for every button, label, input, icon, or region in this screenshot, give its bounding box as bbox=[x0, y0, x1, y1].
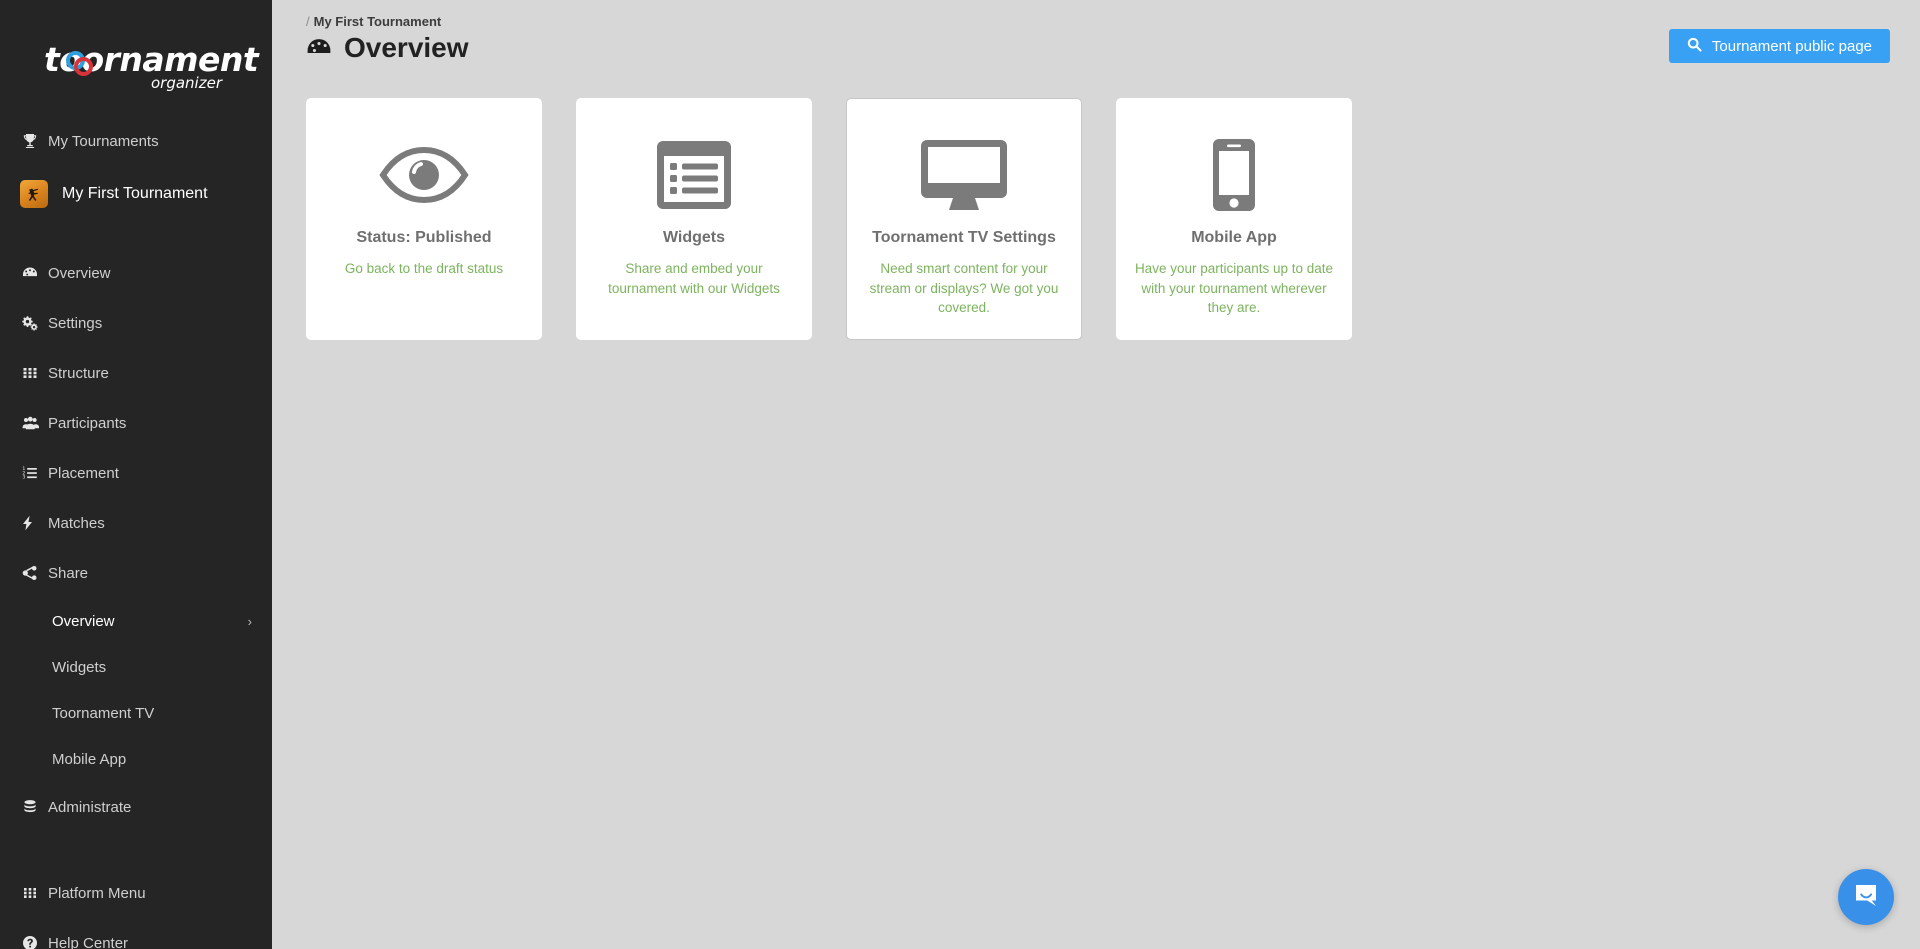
breadcrumb-separator: / bbox=[306, 14, 310, 29]
users-icon bbox=[22, 415, 48, 431]
sidebar-item-my-tournaments[interactable]: My Tournaments bbox=[0, 124, 272, 158]
sidebar-item-share[interactable]: Share bbox=[0, 556, 272, 590]
sidebar-main-nav: Overview Settings Structure Participants… bbox=[0, 252, 272, 844]
card-mobile-app[interactable]: Mobile App Have your participants up to … bbox=[1116, 98, 1352, 340]
card-widgets[interactable]: Widgets Share and embed your tournament … bbox=[576, 98, 812, 340]
overview-cards: Status: Published Go back to the draft s… bbox=[272, 64, 1920, 340]
sidebar-subitem-label: Widgets bbox=[52, 658, 107, 676]
sidebar-subitem-label: Toornament TV bbox=[52, 704, 155, 722]
breadcrumb-item-tournament[interactable]: My First Tournament bbox=[314, 14, 442, 29]
sidebar-top-section: My Tournaments My First Tournament bbox=[0, 120, 272, 224]
eye-icon bbox=[378, 129, 470, 221]
sidebar-item-label: Administrate bbox=[48, 798, 132, 816]
sidebar-subitem-share-mobile-app[interactable]: Mobile App bbox=[0, 744, 272, 774]
sidebar-item-label: Help Center bbox=[48, 934, 129, 949]
trophy-icon bbox=[22, 133, 48, 149]
sidebar-item-label: Settings bbox=[48, 314, 103, 332]
chevron-right-icon: › bbox=[247, 613, 252, 629]
counter-strike-game-icon bbox=[20, 180, 48, 208]
dashboard-icon bbox=[22, 265, 48, 281]
ordered-list-icon: 1 2 3 bbox=[22, 465, 48, 481]
header-titles: / My First Tournament Overview bbox=[306, 14, 469, 64]
search-icon bbox=[1687, 37, 1702, 56]
card-description[interactable]: Go back to the draft status bbox=[345, 259, 503, 279]
gears-icon bbox=[22, 315, 48, 331]
bolt-icon bbox=[22, 515, 48, 531]
sidebar-item-label: My Tournaments bbox=[48, 132, 159, 150]
breadcrumb: / My First Tournament bbox=[306, 14, 469, 29]
database-icon bbox=[22, 799, 48, 815]
question-circle-icon bbox=[22, 935, 48, 949]
card-status-published[interactable]: Status: Published Go back to the draft s… bbox=[306, 98, 542, 340]
sidebar-item-platform-menu[interactable]: Platform Menu bbox=[0, 876, 272, 910]
sidebar-footer-nav: Platform Menu Help Center Logout bbox=[0, 872, 272, 949]
sidebar-subitem-share-overview[interactable]: Overview › bbox=[0, 606, 272, 636]
card-title: Status: Published bbox=[356, 229, 492, 246]
card-description[interactable]: Have your participants up to date with y… bbox=[1131, 259, 1337, 318]
tournament-public-page-button[interactable]: Tournament public page bbox=[1668, 29, 1890, 63]
share-nodes-icon bbox=[22, 565, 48, 581]
sidebar-subitem-label: Overview bbox=[52, 612, 115, 630]
card-title: Widgets bbox=[662, 229, 726, 246]
sidebar-item-matches[interactable]: Matches bbox=[0, 506, 272, 540]
card-toornament-tv-settings[interactable]: Toornament TV Settings Need smart conten… bbox=[846, 98, 1082, 340]
logo[interactable]: toornament organizer bbox=[0, 0, 272, 120]
sidebar-subitem-share-toornament-tv[interactable]: Toornament TV bbox=[0, 698, 272, 728]
sidebar-item-participants[interactable]: Participants bbox=[0, 406, 272, 440]
sidebar-item-label: Matches bbox=[48, 514, 105, 532]
sidebar-item-structure[interactable]: Structure bbox=[0, 356, 272, 390]
logo-ring-red-icon bbox=[74, 57, 93, 76]
sidebar-subitem-share-widgets[interactable]: Widgets bbox=[0, 652, 272, 682]
sidebar-item-administrate[interactable]: Administrate bbox=[0, 790, 272, 824]
sidebar-subitem-label: Mobile App bbox=[52, 750, 127, 768]
card-description[interactable]: Share and embed your tournament with our… bbox=[591, 259, 797, 298]
sidebar-item-label: Placement bbox=[48, 464, 119, 482]
chat-bubble-icon bbox=[1853, 882, 1879, 913]
sidebar-item-overview[interactable]: Overview bbox=[0, 256, 272, 290]
grid-icon bbox=[22, 365, 48, 381]
desktop-monitor-icon bbox=[919, 129, 1009, 221]
dashboard-icon bbox=[306, 35, 332, 61]
intercom-chat-launcher[interactable] bbox=[1838, 869, 1894, 925]
card-title: Toornament TV Settings bbox=[872, 229, 1056, 246]
card-title: Mobile App bbox=[1191, 229, 1277, 246]
sidebar-item-my-first-tournament[interactable]: My First Tournament bbox=[0, 174, 272, 214]
page-title-text: Overview bbox=[344, 32, 469, 63]
sidebar-item-label: Overview bbox=[48, 264, 111, 282]
page-title: Overview bbox=[306, 32, 469, 64]
sidebar: toornament organizer My Tournaments My F… bbox=[0, 0, 272, 949]
grid-apps-icon bbox=[22, 885, 48, 901]
topbar: / My First Tournament Overview Tournamen… bbox=[272, 0, 1920, 64]
sidebar-item-label: Participants bbox=[48, 414, 127, 432]
widgets-list-icon bbox=[655, 129, 733, 221]
sidebar-item-settings[interactable]: Settings bbox=[0, 306, 272, 340]
sidebar-item-help-center[interactable]: Help Center bbox=[0, 926, 272, 949]
sidebar-item-label: Share bbox=[48, 564, 89, 582]
main-content: / My First Tournament Overview Tournamen… bbox=[272, 0, 1920, 949]
logo-tagline: organizer bbox=[150, 74, 222, 92]
public-button-label: Tournament public page bbox=[1711, 37, 1872, 55]
sidebar-item-label: Structure bbox=[48, 364, 109, 382]
app-root: toornament organizer My Tournaments My F… bbox=[0, 0, 1920, 949]
card-description[interactable]: Need smart content for your stream or di… bbox=[861, 259, 1067, 318]
sidebar-item-placement[interactable]: 1 2 3 Placement bbox=[0, 456, 272, 490]
mobile-phone-icon bbox=[1211, 129, 1257, 221]
svg-text:3: 3 bbox=[22, 475, 25, 481]
sidebar-item-label: Platform Menu bbox=[48, 884, 146, 902]
sidebar-tournament-label: My First Tournament bbox=[62, 185, 208, 202]
